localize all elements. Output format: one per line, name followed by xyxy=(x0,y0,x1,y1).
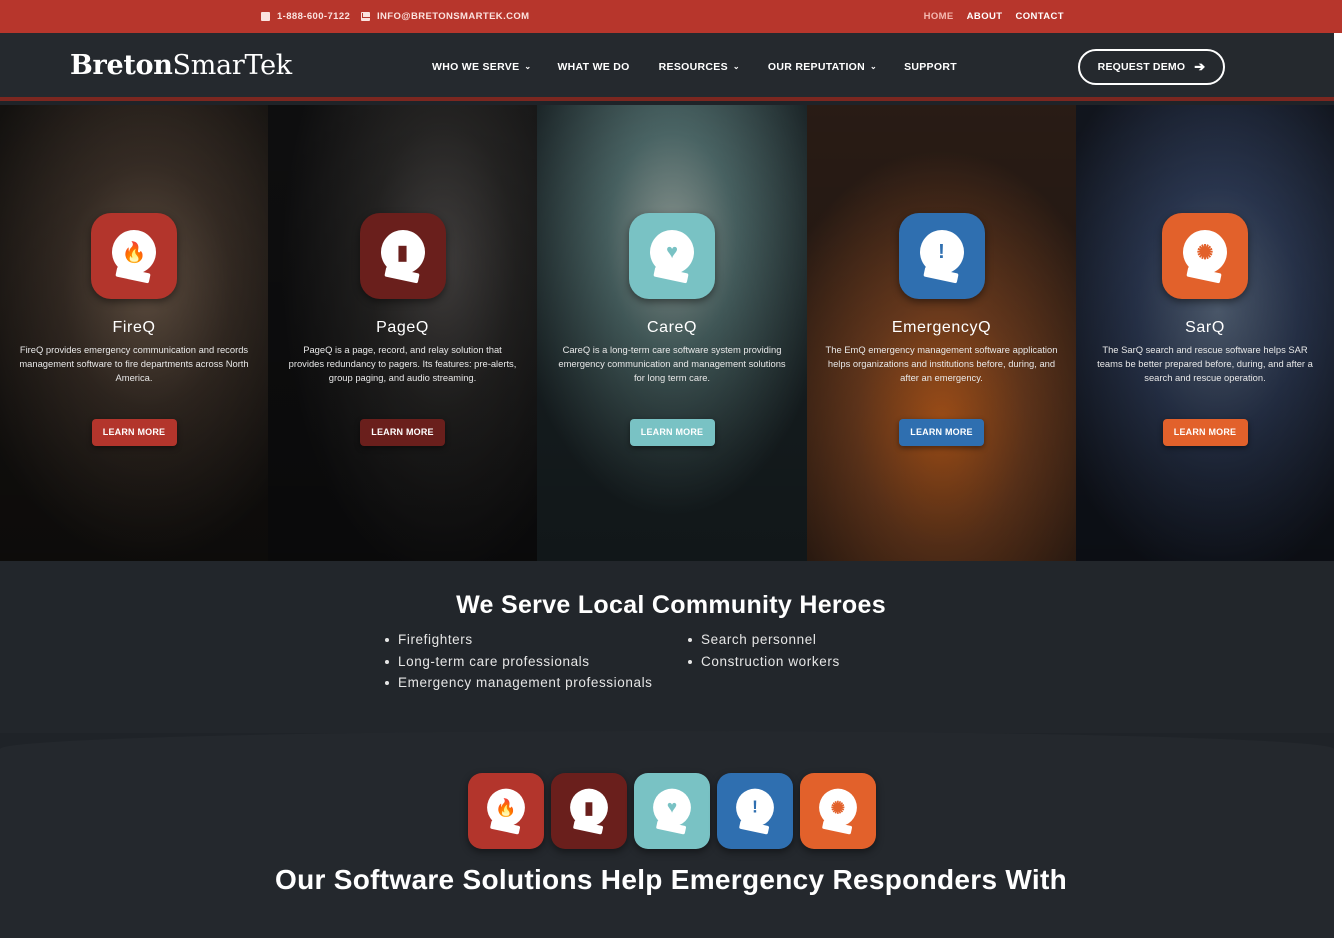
chevron-down-icon: ⌄ xyxy=(870,61,878,71)
product-title: EmergencyQ xyxy=(891,319,992,336)
chevron-down-icon: ⌄ xyxy=(524,61,532,71)
email-address: INFO@BRETONSMARTEK.COM xyxy=(377,11,530,22)
main-header: BretonSmarTek WHO WE SERVE ⌄ WHAT WE DO … xyxy=(0,33,1334,101)
nav-label: SUPPORT xyxy=(904,61,957,73)
panel-sarq: ✺ SarQ The SarQ search and rescue softwa… xyxy=(1076,105,1334,561)
phone-link[interactable]: 1-888-600-7122 xyxy=(261,11,350,22)
nav-what-we-do[interactable]: WHAT WE DO xyxy=(557,61,629,73)
panel-fireq: 🔥 FireQ FireQ provides emergency communi… xyxy=(0,105,268,561)
product-description: FireQ provides emergency communication a… xyxy=(19,344,249,383)
list-item: Firefighters xyxy=(383,632,653,654)
list-item: Emergency management professionals xyxy=(383,675,653,697)
heroes-list-left: Firefighters Long-term care professional… xyxy=(383,632,653,697)
emergencyq-app-icon[interactable]: ! xyxy=(717,773,793,849)
pageq-app-icon: ▮ xyxy=(359,213,446,299)
arrow-right-icon: ➔ xyxy=(1194,59,1206,74)
top-link-contact[interactable]: CONTACT xyxy=(1015,11,1064,22)
top-link-home[interactable]: HOME xyxy=(924,11,954,22)
careq-app-icon: ♥ xyxy=(629,213,715,299)
nav-our-reputation[interactable]: OUR REPUTATION ⌄ xyxy=(768,61,877,73)
panel-careq: ♥ CareQ CareQ is a long-term care softwa… xyxy=(537,105,807,561)
sarq-learn-more-button[interactable]: LEARN MORE xyxy=(1162,419,1248,446)
phone-number: 1-888-600-7122 xyxy=(277,11,351,22)
scrollbar[interactable] xyxy=(1334,33,1342,938)
request-demo-label: REQUEST DEMO xyxy=(1097,61,1186,73)
warning-icon: ! xyxy=(752,797,758,817)
compass-icon: ✺ xyxy=(830,798,846,818)
product-description: CareQ is a long-term care software syste… xyxy=(558,344,786,383)
sarq-app-icon[interactable]: ✺ xyxy=(800,773,876,849)
logo-bold: Breton xyxy=(70,50,173,81)
phone-icon xyxy=(261,12,270,21)
email-link[interactable]: INFO@BRETONSMARTEK.COM xyxy=(361,11,529,22)
flame-icon: 🔥 xyxy=(121,241,147,264)
fireq-app-icon: 🔥 xyxy=(91,213,177,299)
flame-icon: 🔥 xyxy=(495,798,517,818)
emergencyq-app-icon: ! xyxy=(898,213,985,299)
pageq-learn-more-button[interactable]: LEARN MORE xyxy=(360,419,445,446)
pageq-app-icon[interactable]: ▮ xyxy=(551,773,627,849)
warning-icon: ! xyxy=(938,240,945,263)
envelope-icon xyxy=(361,12,370,21)
emergencyq-learn-more-button[interactable]: LEARN MORE xyxy=(899,419,984,446)
panel-pageq: ▮ PageQ PageQ is a page, record, and rel… xyxy=(268,105,537,561)
solutions-section: 🔥 ▮ ♥ ! ✺ Our Software Solutions Help Em… xyxy=(0,731,1334,938)
product-panels: 🔥 FireQ FireQ provides emergency communi… xyxy=(0,105,1334,561)
product-title: CareQ xyxy=(646,319,698,336)
nav-label: WHO WE SERVE xyxy=(432,61,520,73)
nav-support[interactable]: SUPPORT xyxy=(904,61,957,73)
fireq-learn-more-button[interactable]: LEARN MORE xyxy=(91,419,177,446)
fireq-app-icon[interactable]: 🔥 xyxy=(468,773,544,849)
heroes-list-right: Search personnel Construction workers xyxy=(686,632,840,675)
nav-label: WHAT WE DO xyxy=(557,61,630,73)
top-links: HOME ABOUT CONTACT xyxy=(924,11,1064,22)
list-item: Construction workers xyxy=(686,654,840,676)
logo-light: SmarTek xyxy=(172,50,293,81)
pager-icon: ▮ xyxy=(396,241,408,264)
product-title: SarQ xyxy=(1185,319,1225,336)
heroes-section: We Serve Local Community Heroes Firefigh… xyxy=(0,561,1334,733)
list-item: Search personnel xyxy=(686,632,840,654)
top-link-about[interactable]: ABOUT xyxy=(967,11,1003,22)
logo[interactable]: BretonSmarTek xyxy=(70,50,292,81)
heroes-heading: We Serve Local Community Heroes xyxy=(456,591,886,619)
nav-label: OUR REPUTATION xyxy=(767,61,866,73)
nav-label: RESOURCES xyxy=(658,61,728,73)
panel-emergencyq: ! EmergencyQ The EmQ emergency managemen… xyxy=(807,105,1076,561)
top-bar: 1-888-600-7122 INFO@BRETONSMARTEK.COM HO… xyxy=(0,0,1342,33)
heartbeat-icon: ♥ xyxy=(666,797,678,817)
main-nav: WHO WE SERVE ⌄ WHAT WE DO RESOURCES ⌄ OU… xyxy=(432,61,957,73)
compass-icon: ✺ xyxy=(1196,241,1214,264)
request-demo-button[interactable]: REQUEST DEMO ➔ xyxy=(1078,49,1225,85)
product-description: The EmQ emergency management software ap… xyxy=(825,344,1058,383)
product-title: PageQ xyxy=(376,319,429,336)
careq-learn-more-button[interactable]: LEARN MORE xyxy=(629,419,715,446)
careq-app-icon[interactable]: ♥ xyxy=(634,773,710,849)
chevron-down-icon: ⌄ xyxy=(732,61,740,71)
heartbeat-icon: ♥ xyxy=(666,240,678,263)
pager-icon: ▮ xyxy=(584,798,594,818)
list-item: Long-term care professionals xyxy=(383,654,653,676)
solutions-heading: Our Software Solutions Help Emergency Re… xyxy=(275,864,1067,895)
solutions-icon-row: 🔥 ▮ ♥ ! ✺ xyxy=(468,773,876,849)
product-description: The SarQ search and rescue software help… xyxy=(1097,344,1313,383)
sarq-app-icon: ✺ xyxy=(1162,213,1248,299)
nav-resources[interactable]: RESOURCES ⌄ xyxy=(659,61,740,73)
product-description: PageQ is a page, record, and relay solut… xyxy=(288,344,517,383)
nav-who-we-serve[interactable]: WHO WE SERVE ⌄ xyxy=(432,61,531,73)
product-title: FireQ xyxy=(112,319,156,336)
